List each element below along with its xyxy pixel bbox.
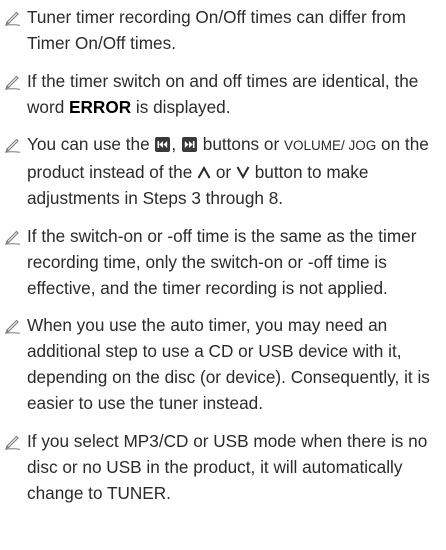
note-item: If you select MP3/CD or USB mode when th… xyxy=(4,428,444,506)
note-text: When you use the auto timer, you may nee… xyxy=(27,315,430,413)
note-pencil-icon xyxy=(4,9,21,26)
note-pencil-icon xyxy=(4,73,21,90)
note-item: If the switch-on or -off time is the sam… xyxy=(4,223,444,301)
note-item: If the timer switch on and off times are… xyxy=(4,68,444,120)
note-text: or xyxy=(211,162,236,182)
skip-next-icon xyxy=(181,137,197,152)
note-text: Tuner timer recording On/Off times can d… xyxy=(27,7,406,53)
caret-down-icon xyxy=(236,166,250,179)
note-item: Tuner timer recording On/Off times can d… xyxy=(4,4,444,56)
note-pencil-icon xyxy=(4,228,21,245)
note-pencil-icon xyxy=(4,433,21,450)
note-text: If you select MP3/CD or USB mode when th… xyxy=(27,430,428,503)
note-pencil-icon xyxy=(4,136,21,153)
note-item: When you use the auto timer, you may nee… xyxy=(4,312,444,416)
volume-jog-label: VOLUME/ JOG xyxy=(283,138,377,153)
skip-previous-icon xyxy=(155,137,171,152)
caret-up-icon xyxy=(197,166,211,179)
note-text: If the switch-on or -off time is the sam… xyxy=(27,225,417,298)
error-word: ERROR xyxy=(69,96,132,117)
notes-list: Tuner timer recording On/Off times can d… xyxy=(4,4,444,517)
note-text: You can use the xyxy=(27,134,155,154)
note-text: , xyxy=(171,134,181,154)
note-text: buttons or xyxy=(197,134,284,154)
note-text: is displayed. xyxy=(131,96,231,117)
note-pencil-icon xyxy=(4,317,21,334)
note-item: You can use the , buttons or VOLUME/ JOG… xyxy=(4,131,444,211)
